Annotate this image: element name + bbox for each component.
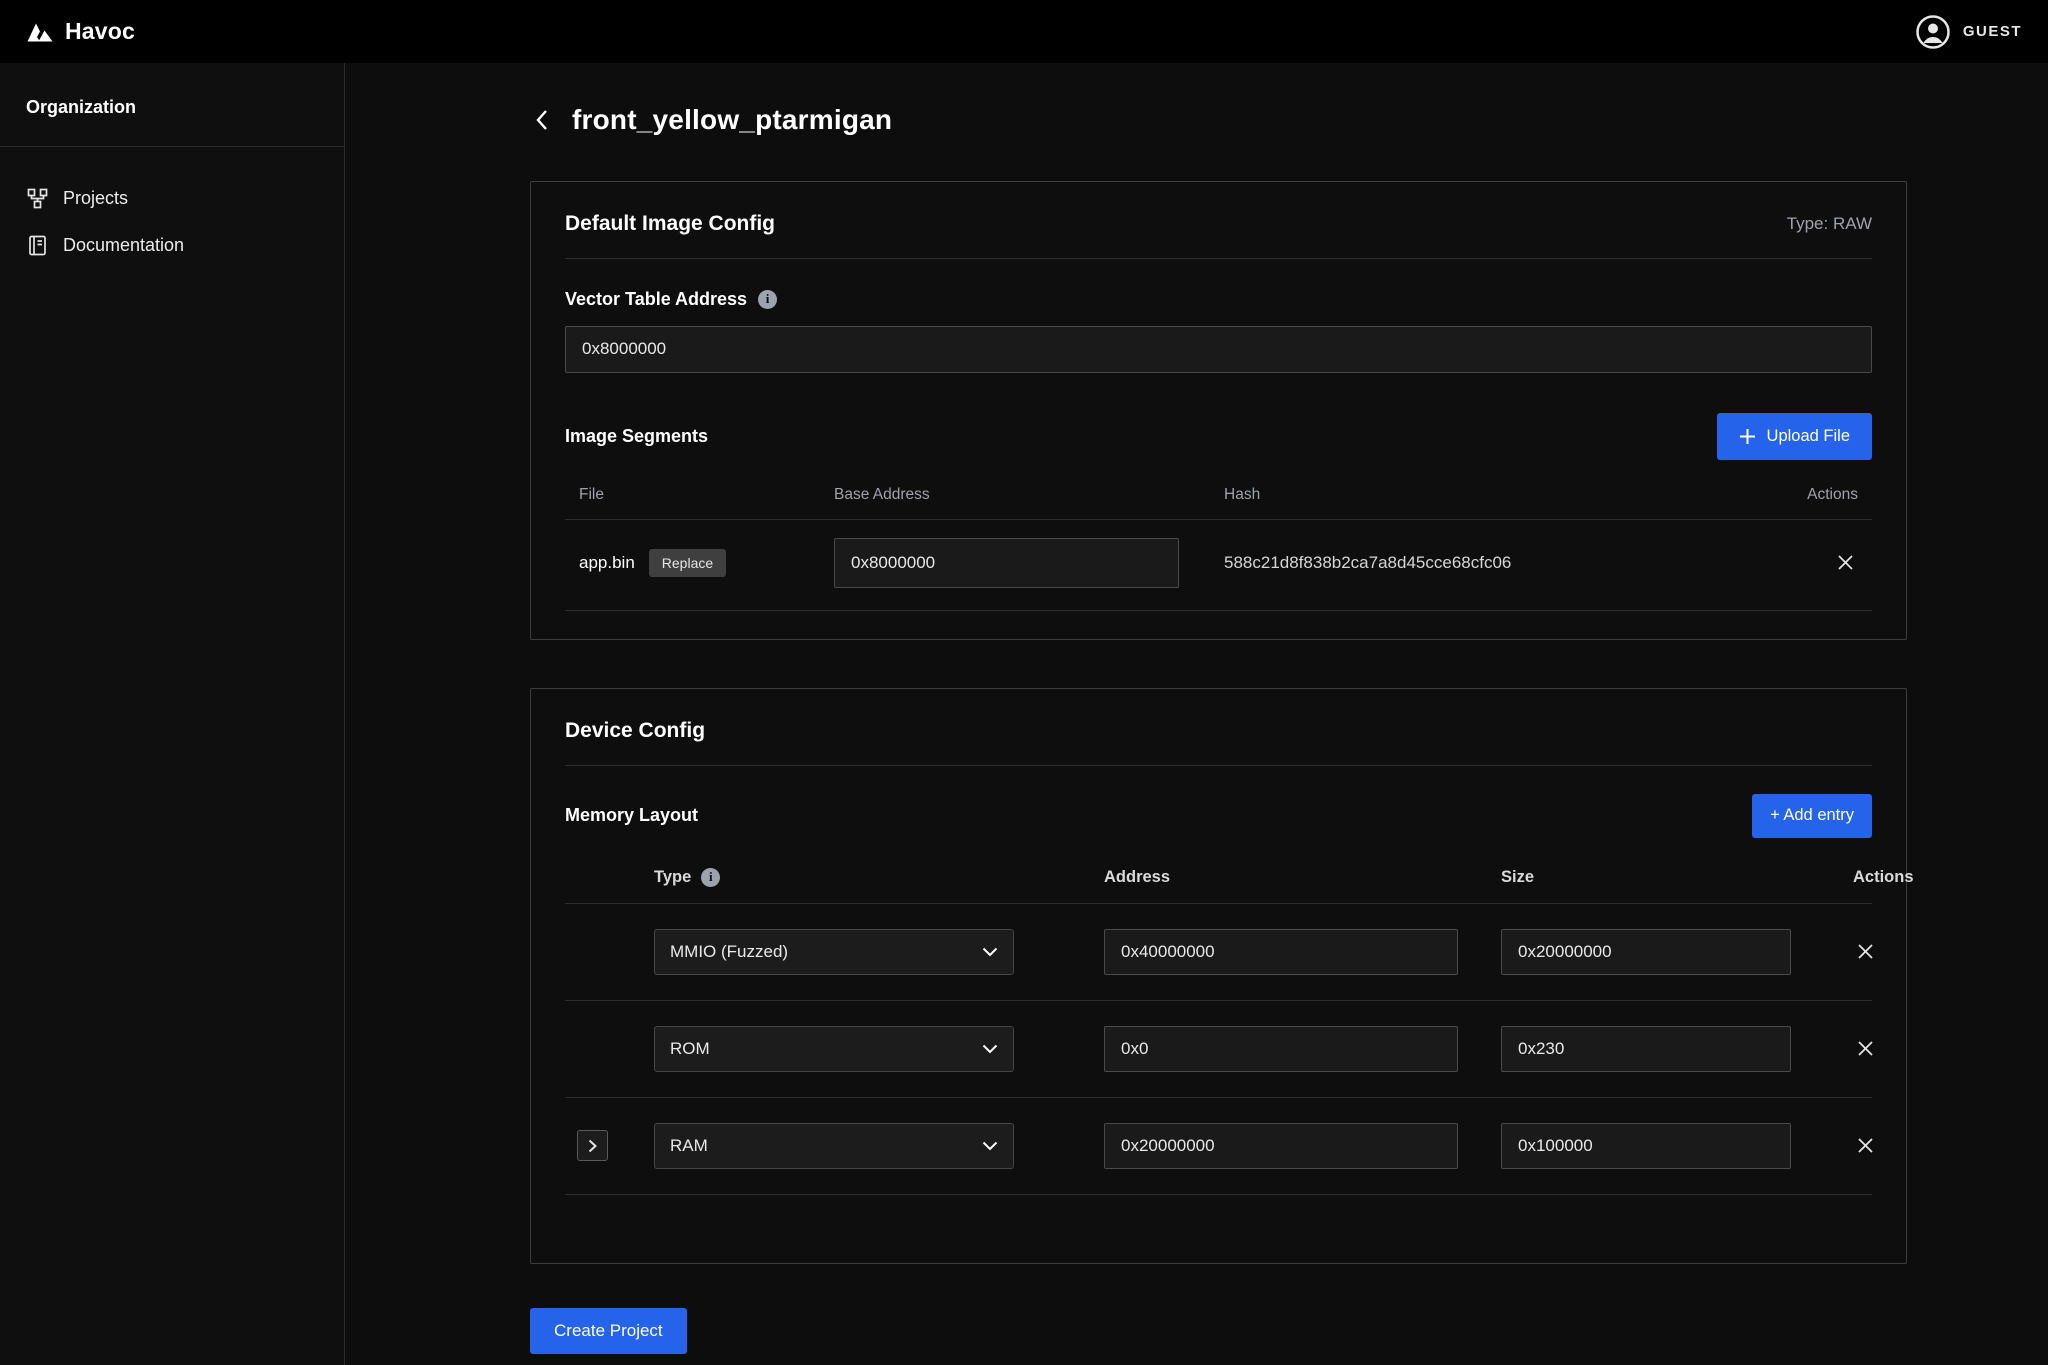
sidebar-section-organization: Organization: [0, 63, 344, 147]
memory-type-value: RAM: [670, 1136, 708, 1156]
vector-table-address-input[interactable]: [565, 326, 1872, 373]
memory-address-input[interactable]: [1104, 1026, 1458, 1072]
remove-memory-row-button[interactable]: [1853, 1133, 1878, 1158]
column-header-actions: Actions: [1807, 486, 1858, 504]
page-title: front_yellow_ptarmigan: [572, 104, 892, 136]
memory-size-input[interactable]: [1501, 1026, 1791, 1072]
column-header-actions: Actions: [1853, 868, 1914, 887]
info-icon[interactable]: i: [758, 290, 777, 309]
vector-table-address-label: Vector Table Address: [565, 289, 747, 310]
memory-type-select[interactable]: RAM: [654, 1123, 1014, 1169]
documentation-icon: [26, 235, 48, 256]
image-type-badge: Type: RAW: [1787, 214, 1872, 234]
card-title-device-config: Device Config: [565, 719, 705, 743]
remove-segment-button[interactable]: [1833, 550, 1858, 575]
column-header-base-address: Base Address: [834, 486, 1224, 504]
type-info-icon[interactable]: i: [701, 868, 720, 887]
upload-file-button[interactable]: Upload File: [1717, 413, 1872, 460]
memory-size-input[interactable]: [1501, 929, 1791, 975]
memory-type-value: MMIO (Fuzzed): [670, 942, 788, 962]
topbar: Havoc GUEST: [0, 0, 2048, 63]
remove-memory-row-button[interactable]: [1853, 1036, 1878, 1061]
close-icon: [1837, 554, 1854, 571]
chevron-down-icon: [982, 1141, 998, 1151]
memory-address-input[interactable]: [1104, 929, 1458, 975]
brand-name: Havoc: [65, 18, 135, 45]
column-header-file: File: [579, 486, 834, 504]
replace-file-button[interactable]: Replace: [649, 549, 726, 577]
sidebar-item-label: Documentation: [63, 235, 184, 256]
column-header-type: Type: [654, 868, 691, 887]
memory-layout-title: Memory Layout: [565, 805, 698, 826]
memory-row: RAM: [565, 1098, 1872, 1195]
segment-hash: 588c21d8f838b2ca7a8d45cce68cfc06: [1224, 553, 1788, 573]
column-header-size: Size: [1501, 868, 1853, 887]
default-image-config-card: Default Image Config Type: RAW Vector Ta…: [530, 181, 1907, 640]
remove-memory-row-button[interactable]: [1853, 939, 1878, 964]
chevron-left-icon: [534, 108, 550, 132]
column-header-hash: Hash: [1224, 486, 1788, 504]
memory-type-value: ROM: [670, 1039, 710, 1059]
memory-type-select[interactable]: MMIO (Fuzzed): [654, 929, 1014, 975]
chevron-right-icon: [588, 1139, 597, 1153]
upload-file-label: Upload File: [1767, 427, 1850, 446]
chevron-down-icon: [982, 947, 998, 957]
havoc-logo-icon: [26, 20, 54, 44]
brand[interactable]: Havoc: [26, 18, 135, 45]
create-project-button[interactable]: Create Project: [530, 1308, 687, 1354]
memory-layout-table: Type i Address Size Actions MMIO (Fuzzed…: [565, 868, 1872, 1263]
memory-row: ROM: [565, 1001, 1872, 1098]
sidebar-item-label: Projects: [63, 188, 128, 209]
plus-icon: [1739, 428, 1756, 445]
close-icon: [1857, 1040, 1874, 1057]
device-config-card: Device Config Memory Layout + Add entry …: [530, 688, 1907, 1264]
memory-row: MMIO (Fuzzed): [565, 904, 1872, 1001]
memory-type-select[interactable]: ROM: [654, 1026, 1014, 1072]
close-icon: [1857, 1137, 1874, 1154]
avatar-icon: [1915, 14, 1951, 50]
user-menu[interactable]: GUEST: [1915, 14, 2022, 50]
card-title-default-image-config: Default Image Config: [565, 212, 775, 236]
segment-file-name: app.bin: [579, 553, 635, 573]
user-label: GUEST: [1963, 23, 2022, 40]
sidebar-item-documentation[interactable]: Documentation: [0, 222, 344, 269]
back-button[interactable]: [530, 104, 554, 136]
segment-row: app.bin Replace 588c21d8f838b2ca7a8d45cc…: [565, 520, 1872, 611]
main-content: front_yellow_ptarmigan Default Image Con…: [345, 63, 2048, 1365]
expand-row-button[interactable]: [577, 1130, 608, 1161]
memory-size-input[interactable]: [1501, 1123, 1791, 1169]
column-header-address: Address: [1104, 868, 1501, 887]
chevron-down-icon: [982, 1044, 998, 1054]
image-segments-table: File Base Address Hash Actions app.bin R…: [565, 486, 1872, 613]
segment-base-address-input[interactable]: [834, 538, 1179, 588]
sidebar-item-projects[interactable]: Projects: [0, 175, 344, 222]
sidebar: Organization Projects: [0, 63, 345, 1365]
add-entry-button[interactable]: + Add entry: [1752, 794, 1872, 838]
close-icon: [1857, 943, 1874, 960]
projects-icon: [26, 188, 48, 209]
memory-address-input[interactable]: [1104, 1123, 1458, 1169]
image-segments-title: Image Segments: [565, 426, 708, 447]
